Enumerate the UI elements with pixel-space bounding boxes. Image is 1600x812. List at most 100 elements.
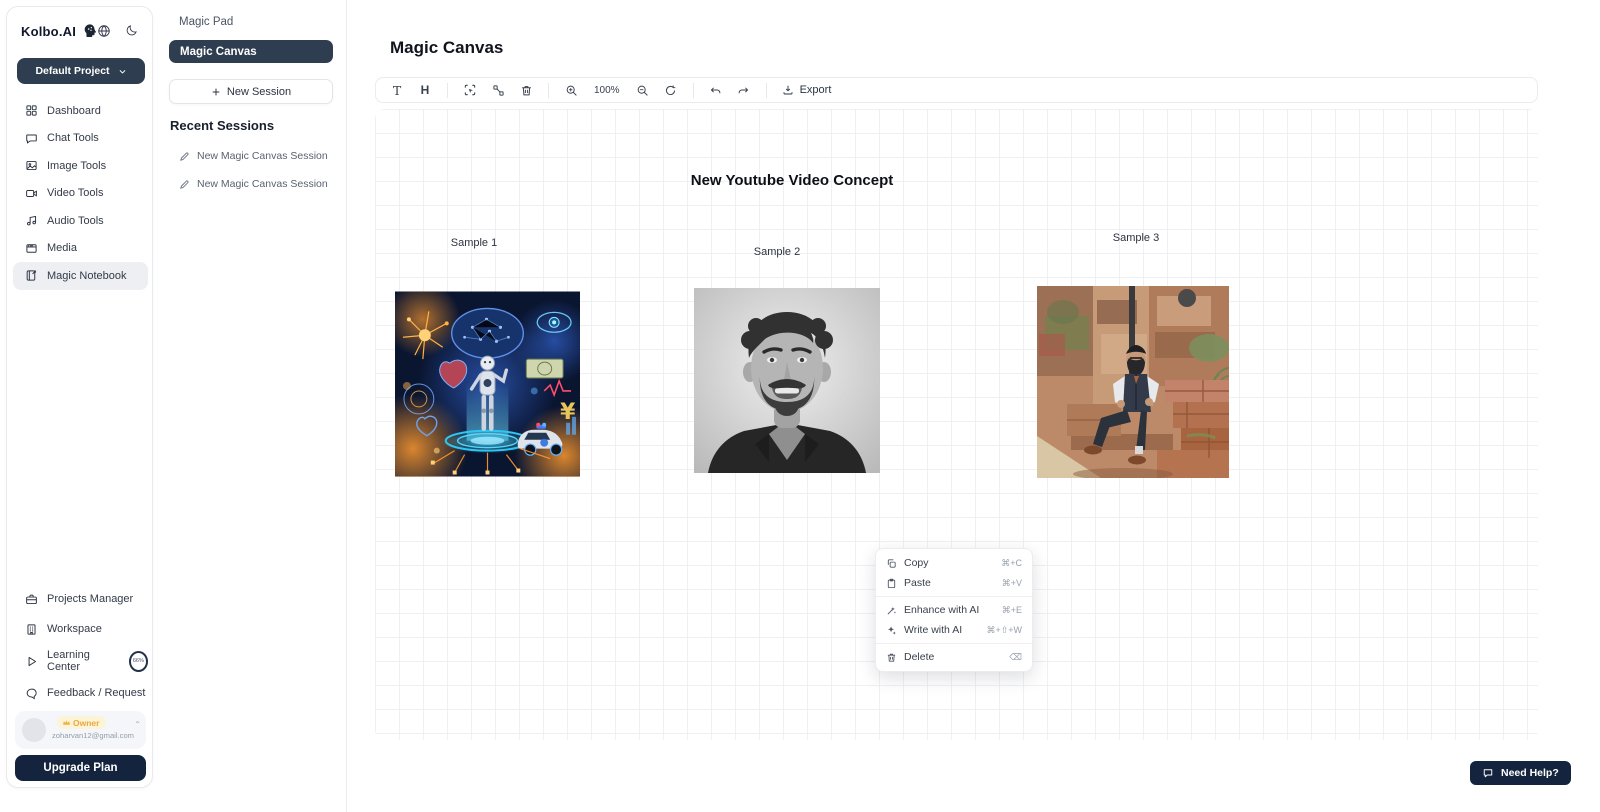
context-menu-enhance-with-ai[interactable]: Enhance with AI ⌘+E: [876, 600, 1032, 620]
owner-badge: Owner: [57, 716, 106, 729]
sidebar-item-chat-tools[interactable]: Chat Tools: [13, 125, 148, 153]
reset-rotate-icon: [664, 84, 677, 97]
primary-sidebar: Kolbo.AI Default Project Dashboard Chat …: [6, 6, 153, 788]
sidebar-item-dashboard[interactable]: Dashboard: [13, 97, 148, 125]
avatar: [22, 718, 46, 742]
chevron-up-icon: ⌃: [134, 720, 141, 729]
sidebar-item-label: Workspace: [47, 623, 102, 635]
video-icon: [25, 187, 38, 200]
learning-progress-badge: 66%: [129, 651, 148, 672]
toolbar-divider: [548, 83, 549, 98]
recent-sessions-heading: Recent Sessions: [170, 118, 274, 133]
user-account-chip[interactable]: Owner zoharvan12@gmail.com ⌃: [15, 711, 146, 749]
redo-icon: [737, 84, 750, 97]
dashboard-icon: [25, 104, 38, 117]
sidebar-item-learning-center[interactable]: Learning Center 66%: [13, 644, 148, 678]
sidebar-item-label: Media: [47, 242, 77, 254]
project-selector-label: Default Project: [35, 65, 109, 77]
session-list-item[interactable]: New Magic Canvas Session: [179, 150, 328, 162]
magic-canvas-board[interactable]: New Youtube Video Concept Sample 1 Sampl…: [375, 109, 1538, 740]
sample-1-label[interactable]: Sample 1: [424, 237, 524, 249]
select-scan-icon: [463, 83, 477, 97]
new-session-label: New Session: [227, 86, 291, 98]
help-chat-icon: [1482, 767, 1494, 779]
context-menu-label: Copy: [904, 557, 994, 569]
board-title[interactable]: New Youtube Video Concept: [672, 172, 912, 189]
brand-logo: Kolbo.AI: [21, 24, 76, 39]
need-help-button[interactable]: Need Help?: [1470, 761, 1571, 785]
reset-view-button[interactable]: [660, 80, 682, 100]
undo-button[interactable]: [705, 80, 727, 100]
connector-tool-button[interactable]: [487, 80, 509, 100]
sidebar-item-projects-manager[interactable]: Projects Manager: [13, 584, 148, 614]
media-icon: [25, 242, 38, 255]
sample-3-image[interactable]: [1037, 286, 1229, 478]
context-menu-shortcut: ⌘+V: [1002, 578, 1022, 589]
sidebar-item-video-tools[interactable]: Video Tools: [13, 180, 148, 208]
context-menu-write-with-ai[interactable]: Write with AI ⌘+⇧+W: [876, 620, 1032, 640]
nav-magic-canvas[interactable]: Magic Canvas: [169, 40, 333, 63]
context-menu-shortcut: ⌘+C: [1001, 558, 1022, 569]
building-icon: [25, 623, 38, 636]
sidebar-item-feedback-request[interactable]: Feedback / Request: [13, 678, 148, 708]
sample-2-label[interactable]: Sample 2: [727, 246, 827, 258]
context-menu-label: Enhance with AI: [904, 604, 995, 616]
new-session-button[interactable]: New Session: [169, 79, 333, 104]
context-menu-delete[interactable]: Delete ⌫: [876, 647, 1032, 667]
briefcase-icon: [25, 593, 38, 606]
sidebar-item-image-tools[interactable]: Image Tools: [13, 152, 148, 180]
text-tool-button[interactable]: T: [386, 80, 408, 100]
sidebar-item-magic-notebook[interactable]: Magic Notebook: [13, 262, 148, 290]
brain-logo-icon: [82, 23, 98, 39]
sidebar-item-label: Feedback / Request: [47, 687, 145, 699]
context-menu-copy[interactable]: Copy ⌘+C: [876, 553, 1032, 573]
zoom-out-button[interactable]: [632, 80, 654, 100]
context-menu-shortcut: ⌘+E: [1002, 605, 1022, 616]
sidebar-item-media[interactable]: Media: [13, 235, 148, 263]
sidebar-item-label: Image Tools: [47, 160, 106, 172]
heading-tool-button[interactable]: H: [414, 80, 436, 100]
session-item-label: New Magic Canvas Session: [197, 178, 328, 190]
select-tool-button[interactable]: [459, 80, 481, 100]
toolbar-divider: [693, 83, 694, 98]
export-button[interactable]: Export: [778, 84, 836, 96]
sparkles-icon: [886, 625, 897, 636]
upgrade-plan-button[interactable]: Upgrade Plan: [15, 755, 146, 781]
sidebar-item-audio-tools[interactable]: Audio Tools: [13, 207, 148, 235]
session-panel: Magic Pad Magic Canvas New Session Recen…: [155, 0, 347, 812]
sidebar-item-label: Magic Notebook: [47, 270, 127, 282]
context-menu-divider: [876, 643, 1032, 644]
owner-badge-label: Owner: [73, 718, 99, 728]
sidebar-item-workspace[interactable]: Workspace: [13, 614, 148, 644]
zoom-in-button[interactable]: [560, 80, 582, 100]
zoom-in-icon: [565, 84, 578, 97]
page-title: Magic Canvas: [390, 38, 503, 58]
context-menu-label: Delete: [904, 651, 1002, 663]
download-icon: [782, 84, 794, 96]
zoom-level: 100%: [588, 85, 626, 96]
sample-2-image[interactable]: [694, 288, 880, 473]
sidebar-item-label: Video Tools: [47, 187, 103, 199]
nav-magic-pad[interactable]: Magic Pad: [179, 16, 233, 28]
sample-3-label[interactable]: Sample 3: [1086, 232, 1186, 244]
dark-mode-moon-icon[interactable]: [125, 24, 138, 37]
delete-tool-button[interactable]: [515, 80, 537, 100]
pencil-icon: [179, 179, 190, 190]
sample-1-image[interactable]: ¥: [395, 291, 580, 477]
context-menu-shortcut: ⌘+⇧+W: [986, 625, 1022, 636]
session-list-item[interactable]: New Magic Canvas Session: [179, 178, 328, 190]
redo-button[interactable]: [733, 80, 755, 100]
image-icon: [25, 159, 38, 172]
language-globe-icon[interactable]: [97, 24, 111, 38]
export-label: Export: [800, 84, 832, 96]
pencil-icon: [179, 151, 190, 162]
undo-icon: [709, 84, 722, 97]
context-menu-divider: [876, 596, 1032, 597]
audio-icon: [25, 214, 38, 227]
context-menu-paste[interactable]: Paste ⌘+V: [876, 573, 1032, 593]
trash-icon: [886, 652, 897, 663]
feedback-bubble-icon: [25, 687, 38, 700]
sidebar-item-label: Audio Tools: [47, 215, 104, 227]
user-email: zoharvan12@gmail.com: [45, 731, 141, 740]
project-selector[interactable]: Default Project: [17, 58, 145, 84]
